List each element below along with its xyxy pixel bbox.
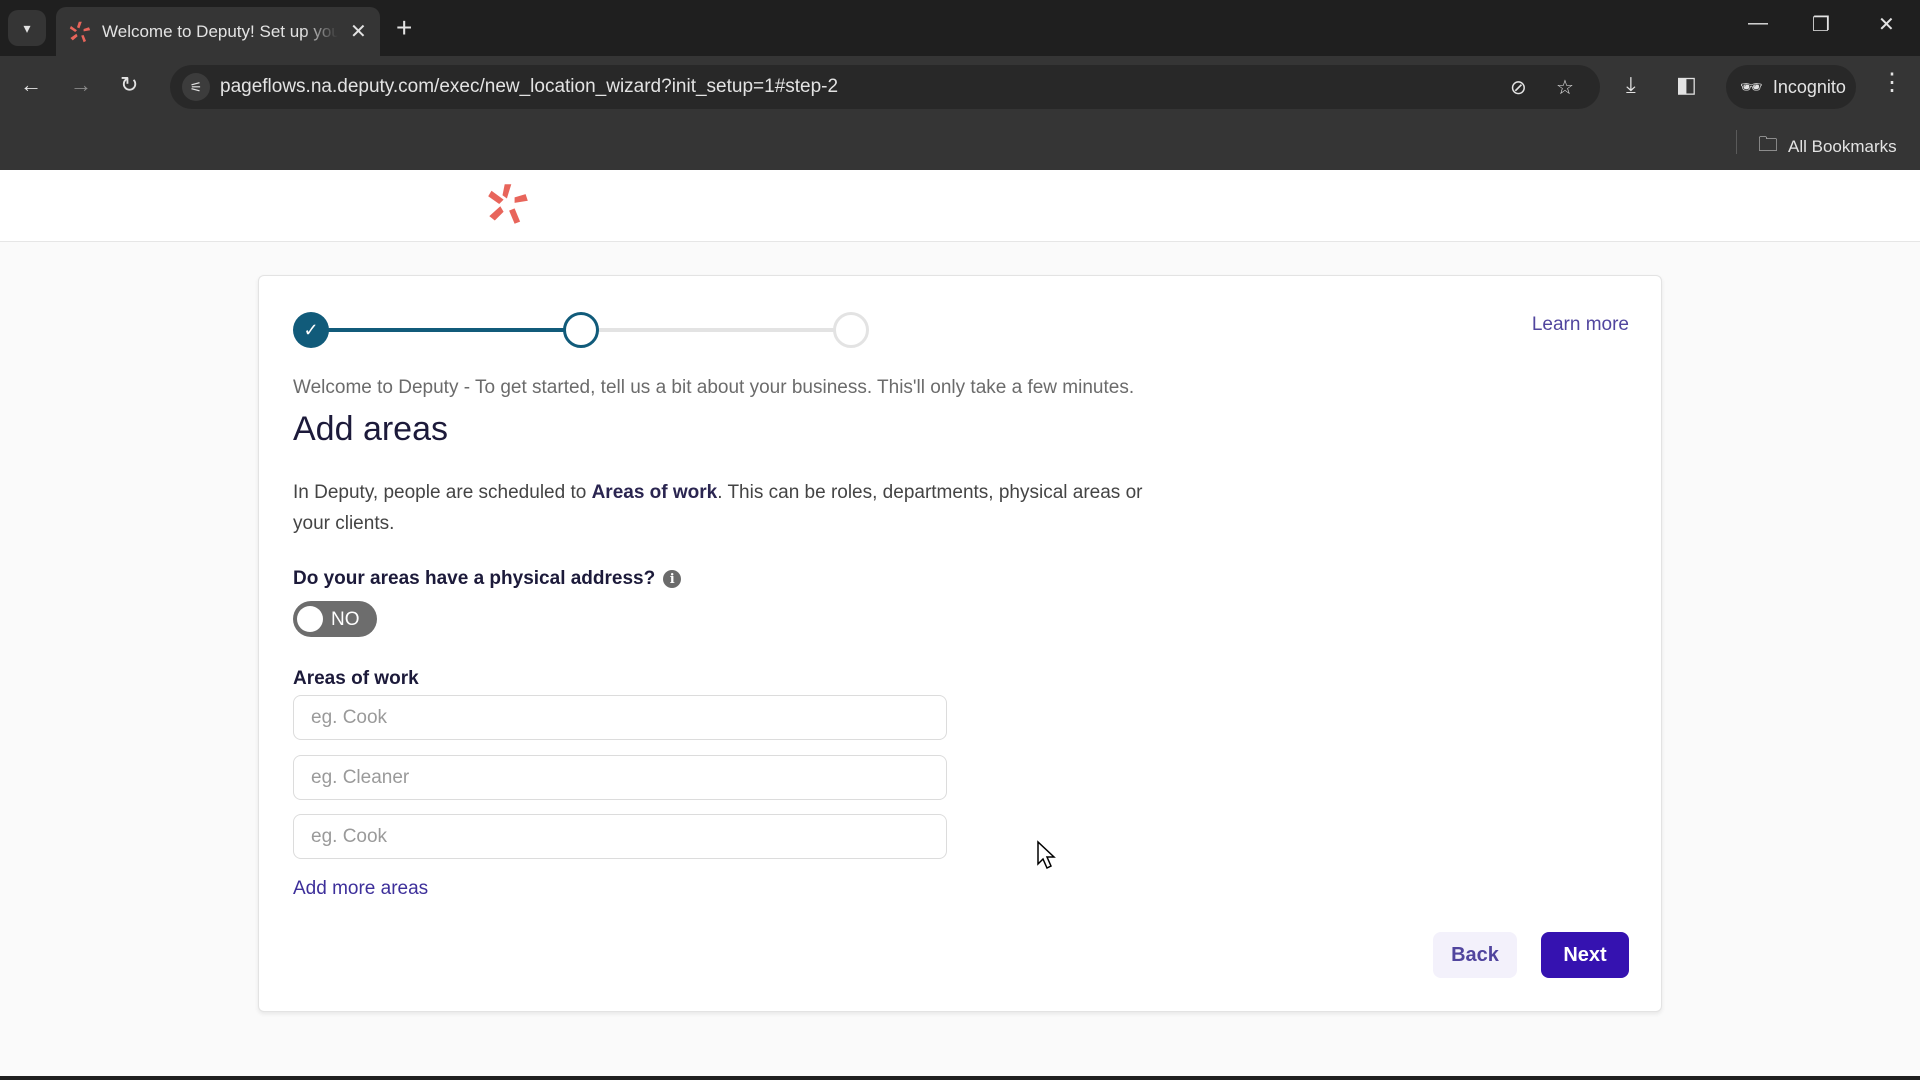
page-title: Add areas [293,410,448,448]
site-info-icon[interactable]: ⚟ [182,73,210,101]
download-icon[interactable]: ⤓ [1626,72,1636,98]
chevron-down-icon: ▾ [23,19,31,36]
minimize-icon[interactable]: — [1748,12,1768,35]
new-tab-button[interactable]: + [396,12,412,44]
areas-of-work-label: Areas of work [293,668,419,689]
browser-menu-icon[interactable]: ⋮ [1880,68,1904,97]
all-bookmarks-button[interactable]: 🗀 All Bookmarks [1758,130,1897,164]
forward-arrow-icon[interactable]: → [70,72,92,98]
description-text: In Deputy, people are scheduled to Areas… [293,477,1153,539]
add-more-areas-link[interactable]: Add more areas [293,878,428,900]
close-tab-icon[interactable]: ✕ [350,19,367,44]
setup-wizard-card: ✓ Learn more Welcome to Deputy - To get … [258,275,1662,1012]
learn-more-link[interactable]: Learn more [1532,314,1629,336]
description-prefix: In Deputy, people are scheduled to [293,482,592,503]
info-icon[interactable]: i [663,570,682,588]
incognito-label: Incognito [1772,76,1846,97]
reload-icon[interactable]: ↻ [120,72,138,98]
physical-address-question: Do your areas have a physical address? i [293,568,682,590]
taskbar-edge [0,1076,1920,1080]
description-bold: Areas of work [591,482,718,503]
area-input-2[interactable] [293,755,947,800]
step-1-complete: ✓ [293,312,329,348]
progress-stepper: ✓ [293,310,869,350]
stepper-line-pending [583,328,853,332]
incognito-badge[interactable]: 🕶 Incognito [1726,65,1856,109]
side-panel-icon[interactable]: ◧ [1676,72,1697,98]
address-bar[interactable]: ⚟ pageflows.na.deputy.com/exec/new_locat… [170,65,1600,109]
mouse-cursor-icon [1037,840,1056,870]
folder-icon: 🗀 [1758,134,1778,156]
step-2-current [563,312,599,348]
area-input-1[interactable] [293,695,947,740]
all-bookmarks-label: All Bookmarks [1788,137,1897,156]
bookmarks-divider [1736,130,1737,154]
tab-title: Welcome to Deputy! Set up your [102,21,338,41]
step-3-pending [833,312,869,348]
stepper-line-complete [313,328,583,332]
eye-off-icon[interactable]: ⊘ [1510,75,1527,100]
bookmark-star-icon[interactable]: ☆ [1556,75,1574,100]
incognito-icon: 🕶 [1740,76,1763,97]
toggle-knob [297,606,323,632]
bookmarks-bar: 🗀 All Bookmarks [0,118,1920,170]
window-close-icon[interactable]: ✕ [1878,12,1895,37]
back-button[interactable]: Back [1433,932,1517,978]
browser-tab-bar: ▾ Welcome to Deputy! Set up your ✕ + — ❐… [0,0,1920,56]
browser-tab-active[interactable]: Welcome to Deputy! Set up your ✕ [56,7,380,56]
deputy-logo[interactable] [486,182,530,226]
tab-search-button[interactable]: ▾ [8,10,46,46]
restore-icon[interactable]: ❐ [1812,12,1830,37]
question-label: Do your areas have a physical address? [293,568,656,589]
intro-text: Welcome to Deputy - To get started, tell… [293,377,1135,398]
area-input-3[interactable] [293,814,947,859]
toggle-label: NO [331,609,360,630]
deputy-logo-icon [69,21,91,42]
browser-toolbar: ← → ↻ ⚟ pageflows.na.deputy.com/exec/new… [0,56,1920,118]
next-button[interactable]: Next [1541,932,1629,978]
back-arrow-icon[interactable]: ← [20,72,42,98]
page-header [0,170,1920,242]
url-text[interactable]: pageflows.na.deputy.com/exec/new_locatio… [220,76,838,98]
physical-address-toggle[interactable]: NO [293,601,377,637]
checkmark-icon: ✓ [303,319,319,340]
